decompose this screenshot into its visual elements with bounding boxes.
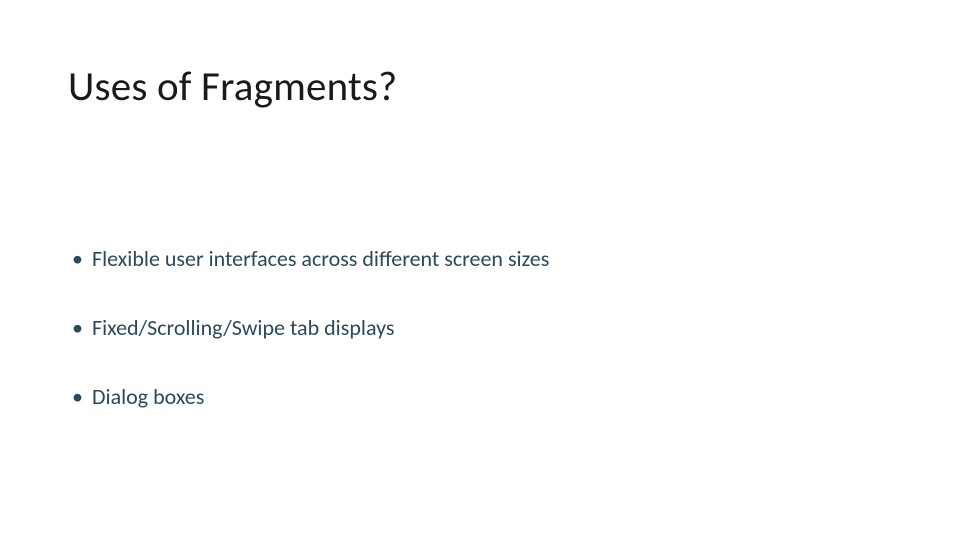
slide-content: Flexible user interfaces across differen… xyxy=(72,245,888,452)
bullet-list: Flexible user interfaces across differen… xyxy=(72,245,888,410)
slide: Uses of Fragments? Flexible user interfa… xyxy=(0,0,960,540)
slide-title: Uses of Fragments? xyxy=(68,62,397,112)
list-item: Flexible user interfaces across differen… xyxy=(72,245,888,272)
list-item: Dialog boxes xyxy=(72,383,888,410)
list-item: Fixed/Scrolling/Swipe tab displays xyxy=(72,314,888,341)
